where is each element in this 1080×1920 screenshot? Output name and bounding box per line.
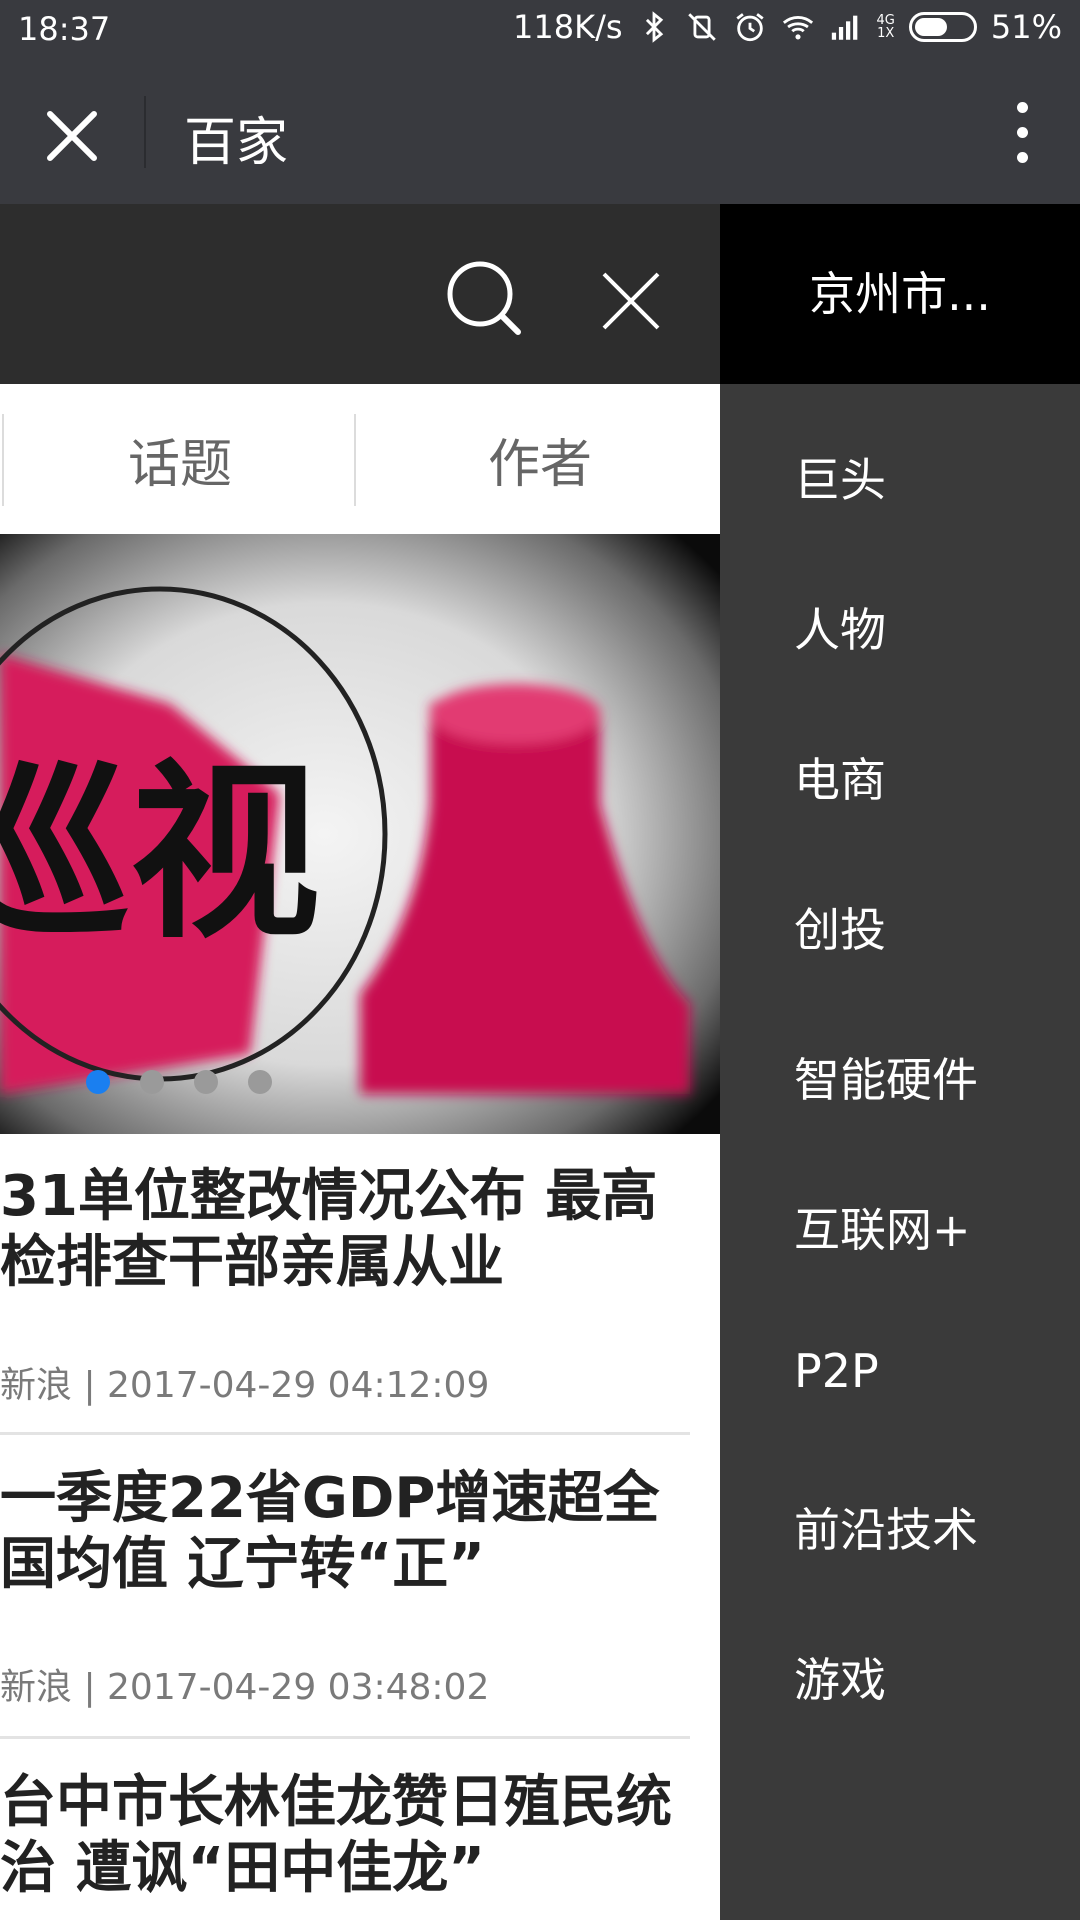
network-type: 4G 1X — [876, 13, 895, 41]
article-meta: 新浪 | 2017-04-29 03:48:02 — [0, 1667, 490, 1708]
search-icon[interactable] — [442, 256, 526, 340]
article-title[interactable]: 一季度22省GDP增速超全国均值 辽宁转“正” — [0, 1466, 690, 1598]
article-title[interactable]: 31单位整改情况公布 最高检排查干部亲属从业 — [0, 1164, 690, 1296]
drawer-item[interactable]: P2P — [794, 1344, 879, 1398]
drawer-item[interactable]: 创投 — [794, 894, 886, 960]
close-icon[interactable] — [38, 102, 106, 170]
drawer-item[interactable]: 智能硬件 — [794, 1044, 978, 1110]
tab-divider — [2, 414, 4, 506]
drawer-header[interactable]: 京州市... — [720, 204, 1080, 384]
status-bar: 18:37 118K/s 4G 1X 51% — [0, 0, 1080, 60]
carousel-dot[interactable] — [86, 1070, 110, 1094]
bluetooth-icon — [645, 11, 663, 43]
signal-icon — [831, 15, 857, 40]
drawer-item[interactable]: 互联网+ — [794, 1194, 971, 1260]
drawer-item[interactable]: 游戏 — [794, 1644, 886, 1710]
banner-overlay-text: 巡视 — [0, 743, 320, 964]
article-item[interactable]: 台中市长林佳龙赞日殖民统治 遭讽“田中佳龙” — [0, 1770, 690, 1902]
carousel-dot[interactable] — [248, 1070, 272, 1094]
article-item[interactable]: 31单位整改情况公布 最高检排查干部亲属从业 — [0, 1164, 690, 1296]
title-bar: 百家 — [0, 60, 1080, 204]
article-divider — [0, 1432, 690, 1435]
carousel-indicator — [86, 1070, 272, 1094]
tab-authors[interactable]: 作者 — [488, 422, 592, 497]
status-time: 18:37 — [18, 10, 111, 48]
banner-image: 巡视 — [0, 534, 720, 1134]
vibrate-off-icon — [687, 13, 716, 41]
battery-percent: 51% — [990, 8, 1062, 46]
clear-search-icon[interactable] — [596, 266, 666, 336]
drawer-item[interactable]: 人物 — [794, 594, 886, 660]
more-menu-icon[interactable] — [992, 98, 1052, 168]
tab-divider — [354, 414, 356, 506]
carousel-dot[interactable] — [140, 1070, 164, 1094]
article-meta: 新浪 | 2017-04-29 04:12:09 — [0, 1365, 490, 1406]
search-bar — [0, 204, 720, 384]
battery-icon — [908, 12, 977, 42]
article-item[interactable]: 一季度22省GDP增速超全国均值 辽宁转“正” — [0, 1466, 690, 1598]
status-icons: 118K/s 4G 1X 51% — [513, 8, 1062, 46]
drawer-item[interactable]: 前沿技术 — [794, 1494, 978, 1560]
category-tabs: 话题 作者 — [0, 384, 720, 534]
page-title: 百家 — [184, 113, 289, 173]
carousel-dot[interactable] — [194, 1070, 218, 1094]
article-divider — [0, 1736, 690, 1739]
drawer-item[interactable]: 巨头 — [794, 444, 886, 510]
wifi-icon — [782, 16, 813, 40]
title-divider — [144, 96, 146, 168]
net-speed: 118K/s — [513, 8, 623, 46]
banner-carousel[interactable]: 巡视 — [0, 534, 720, 1134]
article-title[interactable]: 台中市长林佳龙赞日殖民统治 遭讽“田中佳龙” — [0, 1770, 690, 1902]
category-drawer: 京州市... 巨头 人物 电商 创投 智能硬件 互联网+ P2P 前沿技术 游戏 — [720, 204, 1080, 1920]
alarm-icon — [735, 13, 764, 42]
drawer-item[interactable]: 电商 — [794, 744, 886, 810]
tab-topics[interactable]: 话题 — [128, 422, 232, 497]
